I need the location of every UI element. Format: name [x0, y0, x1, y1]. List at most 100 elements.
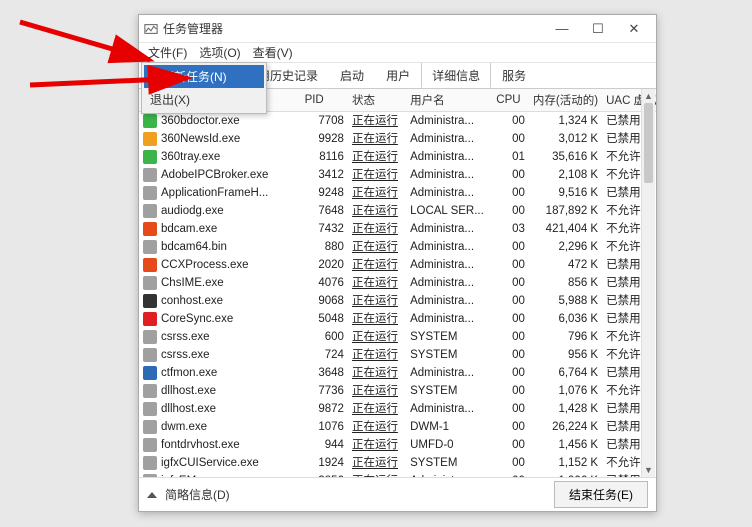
process-mem: 5,988 K: [529, 292, 602, 310]
menubar: 文件(F) 选项(O) 查看(V) 运行新任务(N) 退出(X): [139, 43, 656, 63]
process-icon: [143, 312, 157, 326]
process-user: Administra...: [406, 292, 492, 310]
process-user: SYSTEM: [406, 382, 492, 400]
tab-users[interactable]: 用户: [375, 62, 421, 88]
process-user: LOCAL SER...: [406, 202, 492, 220]
table-row[interactable]: bdcam.exe7432正在运行Administra...03421,404 …: [139, 220, 656, 238]
process-icon: [143, 168, 157, 182]
process-user: Administra...: [406, 112, 492, 131]
process-cpu: 00: [492, 166, 529, 184]
table-row[interactable]: ctfmon.exe3648正在运行Administra...006,764 K…: [139, 364, 656, 382]
end-task-button[interactable]: 结束任务(E): [554, 481, 648, 508]
table-row[interactable]: conhost.exe9068正在运行Administra...005,988 …: [139, 292, 656, 310]
process-pid: 9248: [301, 184, 348, 202]
process-pid: 5048: [301, 310, 348, 328]
process-status: 正在运行: [348, 112, 406, 131]
process-name: dllhost.exe: [161, 401, 216, 417]
minimize-button[interactable]: —: [544, 17, 580, 41]
process-pid: 9068: [301, 292, 348, 310]
table-row[interactable]: dllhost.exe7736正在运行SYSTEM001,076 K不允许: [139, 382, 656, 400]
col-pid[interactable]: PID: [301, 89, 348, 112]
process-name: audiodg.exe: [161, 203, 224, 219]
table-row[interactable]: csrss.exe600正在运行SYSTEM00796 K不允许: [139, 328, 656, 346]
process-user: Administra...: [406, 130, 492, 148]
close-button[interactable]: ✕: [616, 17, 652, 41]
table-row[interactable]: 360NewsId.exe9928正在运行Administra...003,01…: [139, 130, 656, 148]
menu-view[interactable]: 查看(V): [248, 43, 298, 62]
table-row[interactable]: audiodg.exe7648正在运行LOCAL SER...00187,892…: [139, 202, 656, 220]
menu-exit[interactable]: 退出(X): [144, 88, 264, 111]
menu-options[interactable]: 选项(O): [194, 43, 245, 62]
process-pid: 1076: [301, 418, 348, 436]
tab-startup[interactable]: 启动: [329, 62, 375, 88]
table-row[interactable]: dllhost.exe9872正在运行Administra...001,428 …: [139, 400, 656, 418]
process-cpu: 00: [492, 202, 529, 220]
process-mem: 6,764 K: [529, 364, 602, 382]
table-row[interactable]: CCXProcess.exe2020正在运行Administra...00472…: [139, 256, 656, 274]
process-mem: 187,892 K: [529, 202, 602, 220]
process-status: 正在运行: [348, 166, 406, 184]
process-user: Administra...: [406, 184, 492, 202]
process-mem: 472 K: [529, 256, 602, 274]
maximize-button[interactable]: ☐: [580, 17, 616, 41]
table-row[interactable]: 360bdoctor.exe7708正在运行Administra...001,3…: [139, 112, 656, 131]
process-user: Administra...: [406, 220, 492, 238]
simple-info-toggle[interactable]: 简略信息(D): [165, 486, 546, 503]
col-cpu[interactable]: CPU: [492, 89, 529, 112]
table-row[interactable]: 360tray.exe8116正在运行Administra...0135,616…: [139, 148, 656, 166]
table-row[interactable]: igfxEM.exe3856正在运行Administra...001,996 K…: [139, 472, 656, 477]
process-pid: 724: [301, 346, 348, 364]
scroll-down-icon[interactable]: ▼: [642, 463, 655, 477]
tab-services[interactable]: 服务: [491, 62, 537, 88]
process-name: 360NewsId.exe: [161, 131, 240, 147]
table-row[interactable]: CoreSync.exe5048正在运行Administra...006,036…: [139, 310, 656, 328]
process-cpu: 00: [492, 274, 529, 292]
process-icon: [143, 114, 157, 128]
vertical-scrollbar[interactable]: ▲ ▼: [641, 89, 655, 477]
process-cpu: 00: [492, 310, 529, 328]
table-row[interactable]: ChsIME.exe4076正在运行Administra...00856 K已禁…: [139, 274, 656, 292]
scroll-up-icon[interactable]: ▲: [642, 89, 655, 103]
process-icon: [143, 402, 157, 416]
process-status: 正在运行: [348, 418, 406, 436]
process-mem: 9,516 K: [529, 184, 602, 202]
col-status[interactable]: 状态: [348, 89, 406, 112]
expand-up-icon[interactable]: [147, 492, 157, 498]
process-icon: [143, 438, 157, 452]
process-name: fontdrvhost.exe: [161, 437, 240, 453]
tab-details[interactable]: 详细信息: [421, 62, 491, 88]
process-status: 正在运行: [348, 472, 406, 477]
table-row[interactable]: igfxCUIService.exe1924正在运行SYSTEM001,152 …: [139, 454, 656, 472]
table-row[interactable]: bdcam64.bin880正在运行Administra...002,296 K…: [139, 238, 656, 256]
process-name: CoreSync.exe: [161, 311, 233, 327]
menu-run-new-task[interactable]: 运行新任务(N): [144, 65, 264, 88]
process-icon: [143, 366, 157, 380]
process-mem: 1,428 K: [529, 400, 602, 418]
table-row[interactable]: dwm.exe1076正在运行DWM-10026,224 K已禁用: [139, 418, 656, 436]
table-row[interactable]: csrss.exe724正在运行SYSTEM00956 K不允许: [139, 346, 656, 364]
process-mem: 1,996 K: [529, 472, 602, 477]
process-user: Administra...: [406, 166, 492, 184]
scrollbar-thumb[interactable]: [644, 103, 653, 183]
process-mem: 1,152 K: [529, 454, 602, 472]
table-row[interactable]: fontdrvhost.exe944正在运行UMFD-0001,456 K已禁用: [139, 436, 656, 454]
process-table: 名称 PID 状态 用户名 CPU 内存(活动的) UAC 虚拟化 360bdo…: [139, 89, 656, 477]
menu-file[interactable]: 文件(F): [143, 43, 192, 62]
table-row[interactable]: AdobeIPCBroker.exe3412正在运行Administra...0…: [139, 166, 656, 184]
process-user: Administra...: [406, 472, 492, 477]
process-user: Administra...: [406, 400, 492, 418]
process-pid: 600: [301, 328, 348, 346]
process-cpu: 00: [492, 364, 529, 382]
process-status: 正在运行: [348, 310, 406, 328]
process-status: 正在运行: [348, 256, 406, 274]
process-name: ctfmon.exe: [161, 365, 217, 381]
process-icon: [143, 348, 157, 362]
col-user[interactable]: 用户名: [406, 89, 492, 112]
col-mem[interactable]: 内存(活动的): [529, 89, 602, 112]
process-status: 正在运行: [348, 454, 406, 472]
process-icon: [143, 186, 157, 200]
process-cpu: 00: [492, 400, 529, 418]
table-row[interactable]: ApplicationFrameH...9248正在运行Administra..…: [139, 184, 656, 202]
process-cpu: 00: [492, 418, 529, 436]
process-table-wrap: 名称 PID 状态 用户名 CPU 内存(活动的) UAC 虚拟化 360bdo…: [139, 89, 656, 477]
